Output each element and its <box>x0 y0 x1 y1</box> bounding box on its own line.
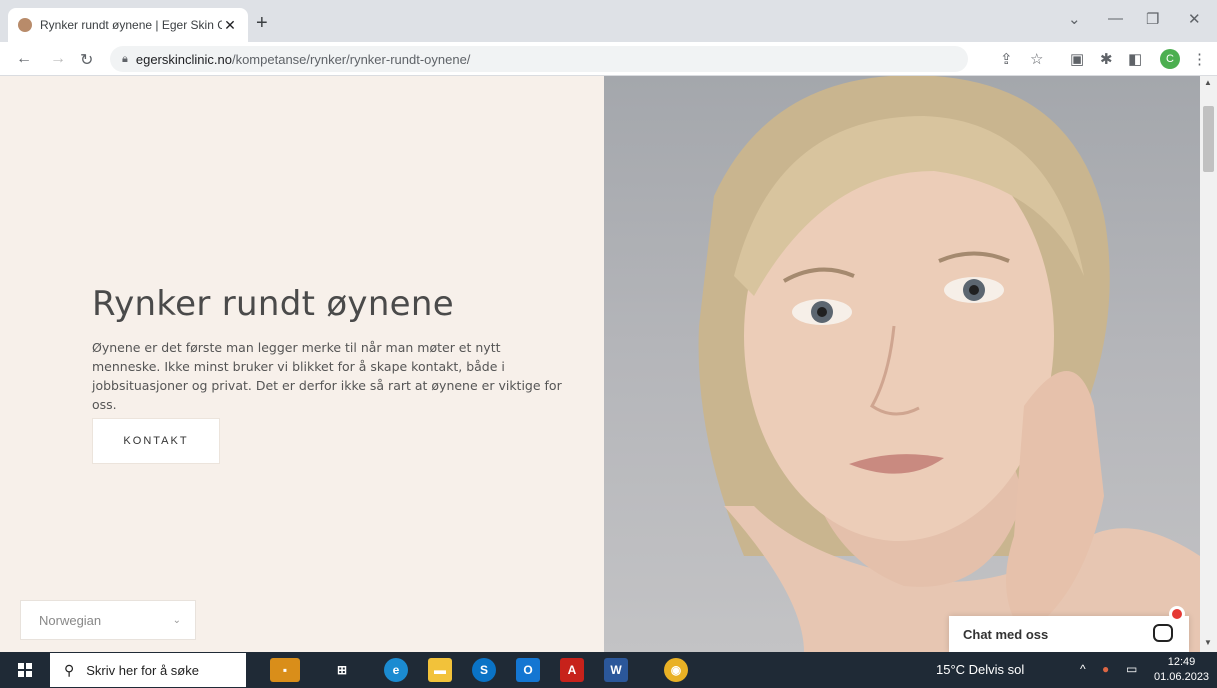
chat-widget[interactable]: Chat med oss <box>949 606 1189 652</box>
task-view-icon[interactable]: ⊞ <box>330 658 354 682</box>
chrome-icon[interactable]: ◉ <box>664 658 688 682</box>
extensions-puzzle-icon[interactable]: ✱ <box>1100 50 1113 68</box>
network-warning-icon[interactable]: ● <box>1102 662 1109 676</box>
chat-notification-badge <box>1169 606 1185 622</box>
taskbar-clock[interactable]: 12:49 01.06.2023 <box>1154 655 1209 685</box>
tab-search-icon[interactable]: ⌄ <box>1068 10 1081 28</box>
weather-widget[interactable]: 15°C Delvis sol <box>936 662 1024 677</box>
reload-icon[interactable]: ↻ <box>80 50 93 70</box>
clock-date: 01.06.2023 <box>1154 671 1210 683</box>
language-select[interactable]: Norwegian ⌄ <box>20 600 196 640</box>
restore-icon[interactable]: ❐ <box>1146 10 1159 28</box>
windows-taskbar: ⚲ Skriv her for å søke ▪ ⊞ e ▬ S O A W ◉… <box>0 652 1217 688</box>
search-icon: ⚲ <box>64 661 75 678</box>
chat-bubble-icon[interactable] <box>1153 624 1173 642</box>
url-domain: egerskinclinic.no <box>135 51 232 67</box>
lock-icon: 🔒︎ <box>122 52 128 65</box>
tab-close-icon[interactable]: ✕ <box>222 17 238 34</box>
clock-time: 12:49 <box>1167 656 1196 668</box>
chat-label: Chat med oss <box>963 626 1049 642</box>
file-explorer-icon[interactable]: ▬ <box>428 658 452 682</box>
close-window-icon[interactable]: ✕ <box>1188 10 1201 28</box>
word-icon[interactable]: W <box>604 658 628 682</box>
taskbar-search-box[interactable]: ⚲ Skriv her for å søke <box>50 653 246 687</box>
vertical-scrollbar[interactable]: ▲ ▼ <box>1200 76 1217 652</box>
browser-tab-strip: Rynker rundt øynene | Eger Skin C ✕ + ⌄ … <box>0 0 1217 42</box>
address-bar[interactable]: 🔒︎ egerskinclinic.no/kompetanse/rynker/r… <box>110 46 968 72</box>
web-page: Rynker rundt øynene Øynene er det første… <box>0 76 1200 652</box>
scroll-up-arrow-icon[interactable]: ▲ <box>1204 78 1212 87</box>
intro-paragraph: Øynene er det første man legger merke ti… <box>92 340 562 412</box>
browser-toolbar: ← → ↻ 🔒︎ egerskinclinic.no/kompetanse/ry… <box>0 42 1217 76</box>
side-panel-icon[interactable]: ◧ <box>1128 50 1142 68</box>
acrobat-icon[interactable]: A <box>560 658 584 682</box>
menu-kebab-icon[interactable]: ⋮ <box>1192 50 1207 68</box>
extension-pdf-icon[interactable]: ▣ <box>1070 50 1084 68</box>
site-favicon-icon <box>18 18 32 32</box>
outlook-icon[interactable]: O <box>516 658 540 682</box>
bookmark-star-icon[interactable]: ☆ <box>1030 50 1043 68</box>
scrollbar-thumb[interactable] <box>1203 106 1214 172</box>
page-title: Rynker rundt øynene <box>92 284 454 324</box>
scroll-down-arrow-icon[interactable]: ▼ <box>1204 638 1212 647</box>
tab-title: Rynker rundt øynene | Eger Skin C <box>40 18 222 32</box>
windows-start-icon[interactable] <box>18 663 32 677</box>
battery-icon[interactable]: ▭ <box>1126 662 1137 676</box>
url-path: /kompetanse/rynker/rynker-rundt-oynene/ <box>231 51 471 67</box>
edge-browser-icon[interactable]: e <box>384 658 408 682</box>
profile-avatar[interactable]: C <box>1160 49 1180 69</box>
forward-arrow-icon[interactable]: → <box>50 50 66 68</box>
back-arrow-icon[interactable]: ← <box>16 50 32 68</box>
taskbar-search-placeholder: Skriv her for å søke <box>86 662 199 678</box>
hero-portrait-image <box>604 76 1200 652</box>
briefcase-app-icon[interactable]: ▪ <box>270 658 300 682</box>
new-tab-button[interactable]: + <box>256 12 268 35</box>
woman-portrait-illustration <box>698 76 1200 652</box>
browser-tab[interactable]: Rynker rundt øynene | Eger Skin C ✕ <box>8 8 248 42</box>
minimize-icon[interactable]: — <box>1108 10 1123 27</box>
chevron-down-icon: ⌄ <box>172 614 181 626</box>
hero-text-panel: Rynker rundt øynene Øynene er det første… <box>0 76 604 652</box>
language-select-value: Norwegian <box>39 612 102 628</box>
share-icon[interactable]: ⇪ <box>1000 50 1013 68</box>
skype-icon[interactable]: S <box>472 658 496 682</box>
tray-overflow-icon[interactable]: ^ <box>1080 662 1086 676</box>
contact-button[interactable]: KONTAKT <box>92 418 220 464</box>
